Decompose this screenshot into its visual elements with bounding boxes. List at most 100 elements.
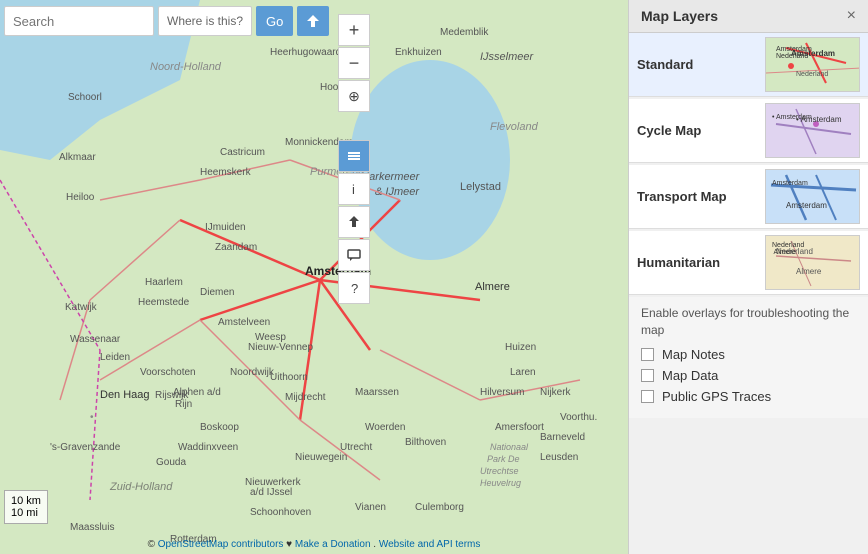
svg-text:'s-Gravenzande: 's-Gravenzande: [50, 442, 121, 453]
layers-list: Standard Amsterdam Nederland Cycle Map •…: [629, 33, 868, 295]
svg-text:• Amsterdam: • Amsterdam: [796, 115, 842, 124]
share-button[interactable]: [338, 206, 370, 238]
overlay-label-gps-traces: Public GPS Traces: [662, 389, 771, 404]
right-panel: Map Layers × Standard Amsterdam Nederlan…: [628, 0, 868, 554]
overlay-item-map-data[interactable]: Map Data: [641, 368, 856, 383]
overlay-checkbox-map-data[interactable]: [641, 369, 654, 382]
svg-text:Flevoland: Flevoland: [490, 121, 539, 133]
website-link[interactable]: Website and API terms: [379, 539, 481, 550]
svg-text:Nederland: Nederland: [796, 71, 828, 78]
svg-text:Amsterdam: Amsterdam: [786, 201, 827, 210]
svg-text:Barneveld: Barneveld: [540, 432, 585, 443]
svg-text:Laren: Laren: [510, 367, 536, 378]
layer-item-transport[interactable]: Transport Map Amsterdam: [629, 165, 868, 229]
overlays-label: Enable overlays for troubleshooting the …: [641, 305, 856, 339]
svg-text:Nijkerk: Nijkerk: [540, 387, 572, 398]
overlay-checkbox-map-notes[interactable]: [641, 348, 654, 361]
svg-text:Almere: Almere: [475, 281, 510, 293]
zoom-in-button[interactable]: +: [338, 14, 370, 46]
svg-text:Lelystad: Lelystad: [460, 181, 501, 193]
directions-button[interactable]: [297, 6, 329, 36]
map-controls: + − ⊕: [338, 14, 370, 113]
svg-text:Nieuw-Vennep: Nieuw-Vennep: [248, 342, 313, 353]
osm-attribution: ©: [148, 539, 155, 550]
panel-header: Map Layers ×: [629, 0, 868, 33]
layer-thumb-standard: Amsterdam Nederland: [765, 37, 860, 92]
share-icon: [346, 214, 362, 230]
overlays-section: Enable overlays for troubleshooting the …: [629, 297, 868, 418]
layers-button[interactable]: [338, 140, 370, 172]
overlays-list: Map Notes Map Data Public GPS Traces: [641, 347, 856, 404]
help-button[interactable]: ?: [338, 272, 370, 304]
svg-text:Alphen a/d: Alphen a/d: [173, 387, 221, 398]
svg-text:Katwijk: Katwijk: [65, 302, 98, 313]
svg-text:Schoorl: Schoorl: [68, 92, 102, 103]
scale-mi: 10 mi: [11, 507, 41, 519]
svg-text:IJmuiden: IJmuiden: [205, 222, 246, 233]
overlay-item-map-notes[interactable]: Map Notes: [641, 347, 856, 362]
layer-item-standard[interactable]: Standard Amsterdam Nederland: [629, 33, 868, 97]
svg-text:Nieuwegein: Nieuwegein: [295, 452, 347, 463]
layer-label-humanitarian: Humanitarian: [637, 255, 765, 270]
svg-text:Park De: Park De: [487, 454, 520, 464]
directions-icon: [305, 13, 321, 29]
panel-title: Map Layers: [641, 8, 718, 24]
svg-text:Amsterdam: Amsterdam: [791, 49, 835, 58]
panel-close-button[interactable]: ×: [847, 8, 856, 24]
svg-text:Amersfoort: Amersfoort: [495, 422, 544, 433]
layer-item-cycle[interactable]: Cycle Map • Amsterdam: [629, 99, 868, 163]
svg-text:Heiloo: Heiloo: [66, 192, 95, 203]
layer-label-transport: Transport Map: [637, 189, 765, 204]
svg-text:Utrechtse: Utrechtse: [480, 466, 519, 476]
svg-text:Leusden: Leusden: [540, 452, 578, 463]
heart-symbol: ♥: [286, 539, 292, 550]
info-icon: i: [346, 181, 362, 197]
svg-text:Amstelveen: Amstelveen: [218, 317, 270, 328]
svg-text:Den Haag: Den Haag: [100, 389, 150, 401]
layer-label-cycle: Cycle Map: [637, 123, 765, 138]
overlay-item-gps-traces[interactable]: Public GPS Traces: [641, 389, 856, 404]
svg-text:Alkmaar: Alkmaar: [59, 152, 96, 163]
comment-icon: [346, 247, 362, 263]
svg-text:Voorschoten: Voorschoten: [140, 367, 196, 378]
go-button[interactable]: Go: [256, 6, 293, 36]
search-input[interactable]: [4, 6, 154, 36]
svg-text:Enkhuizen: Enkhuizen: [395, 47, 442, 58]
layer-thumb-humanitarian: Nederland Almere: [765, 235, 860, 290]
side-controls: i ?: [338, 140, 370, 304]
svg-text:Culemborg: Culemborg: [415, 502, 464, 513]
svg-text:a/d IJssel: a/d IJssel: [250, 487, 292, 498]
info-button[interactable]: i: [338, 173, 370, 205]
attribution: © OpenStreetMap contributors ♥ Make a Do…: [148, 539, 481, 550]
svg-text:Waddinxveen: Waddinxveen: [178, 442, 238, 453]
where-is-this-button[interactable]: Where is this?: [158, 6, 252, 36]
svg-text:Hilversum: Hilversum: [480, 387, 524, 398]
svg-text:Medemblik: Medemblik: [440, 27, 489, 38]
svg-text:Leiden: Leiden: [100, 352, 130, 363]
svg-text:& IJmeer: & IJmeer: [375, 186, 420, 198]
help-icon: ?: [346, 280, 362, 296]
zoom-out-button[interactable]: −: [338, 47, 370, 79]
locate-button[interactable]: ⊕: [338, 80, 370, 112]
layer-thumb-cycle: • Amsterdam: [765, 103, 860, 158]
svg-text:Woerden: Woerden: [365, 422, 405, 433]
svg-text:Bilthoven: Bilthoven: [405, 437, 446, 448]
svg-text:Noord-Holland: Noord-Holland: [150, 61, 222, 73]
svg-text:Voorthu.: Voorthu.: [560, 412, 597, 423]
overlay-checkbox-gps-traces[interactable]: [641, 390, 654, 403]
layer-label-standard: Standard: [637, 57, 765, 72]
donate-link[interactable]: Make a Donation: [295, 539, 371, 550]
overlay-label-map-notes: Map Notes: [662, 347, 725, 362]
svg-text:Heuvelrug: Heuvelrug: [480, 478, 521, 488]
overlay-label-map-data: Map Data: [662, 368, 718, 383]
svg-text:Maarssen: Maarssen: [355, 387, 399, 398]
layer-item-humanitarian[interactable]: Humanitarian Nederland Almere: [629, 231, 868, 295]
svg-text:Gouda: Gouda: [156, 457, 186, 468]
osm-link[interactable]: OpenStreetMap contributors: [158, 539, 284, 550]
comment-button[interactable]: [338, 239, 370, 271]
svg-text:Wassenaar: Wassenaar: [70, 334, 121, 345]
svg-text:Uithoorn: Uithoorn: [270, 372, 308, 383]
map-area[interactable]: Markermeer & IJmeer IJsselmeer Amsterdam…: [0, 0, 628, 554]
svg-text:Heerhugowaard: Heerhugowaard: [270, 47, 341, 58]
layers-icon: [346, 148, 362, 164]
